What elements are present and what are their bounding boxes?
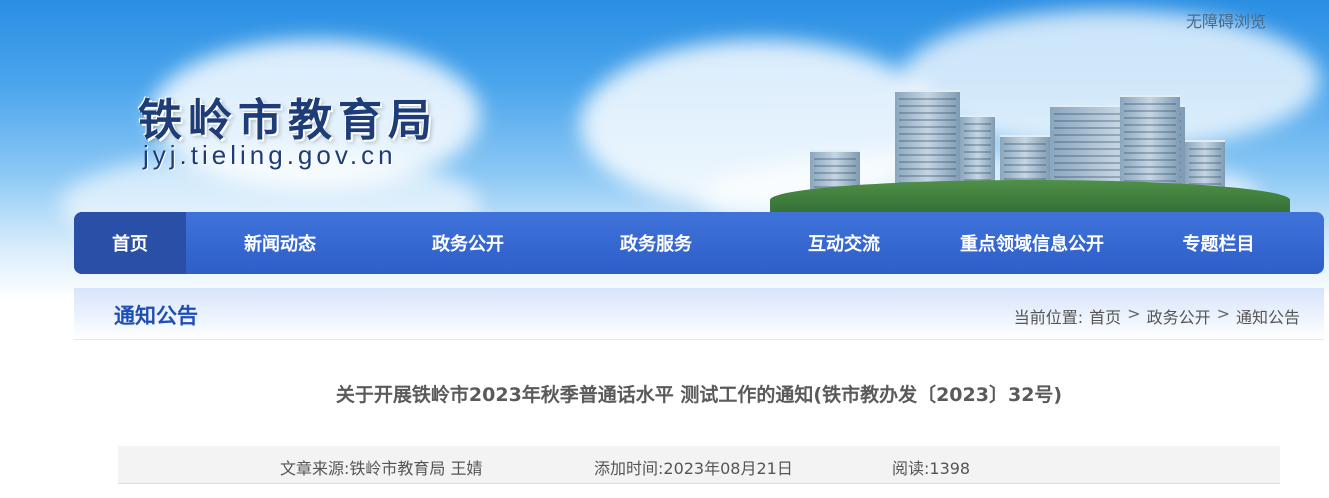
article-added-time: 添加时间:2023年08月21日 [594,459,793,478]
breadcrumb-link-notices[interactable]: 通知公告 [1236,304,1300,328]
nav-item-news[interactable]: 新闻动态 [186,212,374,274]
nav-item-special-topics[interactable]: 专题栏目 [1126,212,1311,274]
section-title: 通知公告 [114,304,198,328]
nav-item-government-affairs[interactable]: 政务公开 [374,212,562,274]
breadcrumb-link-home[interactable]: 首页 [1089,304,1121,328]
accessibility-link[interactable]: 无障碍浏览 [1186,8,1266,32]
article-read-count: 阅读:1398 [892,459,971,478]
breadcrumb-separator: > [1127,304,1141,323]
breadcrumb-prefix: 当前位置: [1013,308,1084,327]
nav-item-interaction[interactable]: 互动交流 [750,212,938,274]
site-logo-title: 铁岭市教育局 [138,95,438,146]
article-meta-bar: 文章来源:铁岭市教育局 王婧 添加时间:2023年08月21日 阅读:1398 [118,446,1280,484]
article-title: 关于开展铁岭市2023年秋季普通话水平 测试工作的通知(铁市教办发〔2023〕3… [335,384,1063,406]
nav-item-government-services[interactable]: 政务服务 [562,212,750,274]
breadcrumb-bar: 通知公告 当前位置: 首页 > 政务公开 > 通知公告 [74,288,1324,340]
main-nav: 首页 新闻动态 政务公开 政务服务 互动交流 重点领域信息公开 专题栏目 [74,212,1324,274]
breadcrumb: 当前位置: 首页 > 政务公开 > 通知公告 [1014,304,1300,328]
breadcrumb-link-government-affairs[interactable]: 政务公开 [1147,304,1211,328]
breadcrumb-separator: > [1216,304,1230,323]
city-buildings-illustration [770,60,1290,232]
site-logo-url: jyj.tieling.gov.cn [143,140,397,170]
nav-item-home[interactable]: 首页 [74,212,186,274]
article-source: 文章来源:铁岭市教育局 王婧 [280,459,483,478]
nav-item-key-areas[interactable]: 重点领域信息公开 [938,212,1126,274]
